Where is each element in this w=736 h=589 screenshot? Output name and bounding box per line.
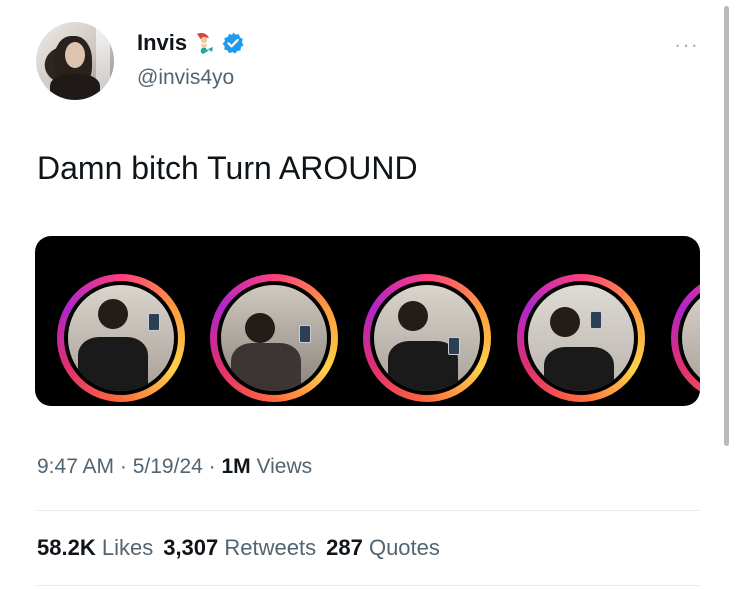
divider xyxy=(37,510,700,511)
meta-separator: · xyxy=(208,455,222,478)
avatar-face xyxy=(65,42,85,68)
story-ring xyxy=(57,274,185,402)
tweet-time[interactable]: 9:47 AM xyxy=(37,455,114,478)
tweet-text: Damn bitch Turn AROUND xyxy=(37,150,418,186)
retweets-stat[interactable]: 3,307 Retweets xyxy=(163,535,316,561)
meta-separator: · xyxy=(119,455,133,478)
likes-count: 58.2K xyxy=(37,535,96,560)
story-ring xyxy=(517,274,645,402)
story-photo xyxy=(221,285,327,391)
story-ring xyxy=(210,274,338,402)
likes-label: Likes xyxy=(101,535,154,560)
mermaid-emoji-icon xyxy=(197,33,214,54)
scrollbar[interactable] xyxy=(724,6,729,446)
quotes-label: Quotes xyxy=(368,535,440,560)
divider xyxy=(37,585,700,586)
quotes-stat[interactable]: 287 Quotes xyxy=(326,535,440,561)
story-ring xyxy=(671,274,700,402)
author-handle[interactable]: @invis4yo xyxy=(137,66,234,90)
tweet-media[interactable] xyxy=(35,236,700,406)
retweets-count: 3,307 xyxy=(163,535,219,560)
retweets-label: Retweets xyxy=(224,535,317,560)
tweet-stats: 58.2K Likes 3,307 Retweets 287 Quotes xyxy=(37,535,440,561)
story-ring xyxy=(363,274,491,402)
story-photo xyxy=(68,285,174,391)
story-photo xyxy=(374,285,480,391)
views-label: Views xyxy=(256,455,313,478)
quotes-count: 287 xyxy=(326,535,363,560)
views-count: 1M xyxy=(221,455,251,478)
more-dots-icon[interactable]: ··· xyxy=(674,32,699,58)
story-photo xyxy=(528,285,634,391)
tweet-date[interactable]: 5/19/24 xyxy=(133,455,203,478)
tweet-meta: 9:47 AM · 5/19/24 · 1M Views xyxy=(37,455,312,479)
display-name[interactable]: Invis xyxy=(137,30,187,56)
likes-stat[interactable]: 58.2K Likes xyxy=(37,535,153,561)
author-name-row: Invis xyxy=(137,30,245,56)
avatar-body xyxy=(50,74,100,100)
avatar[interactable] xyxy=(36,22,114,100)
verified-badge-icon xyxy=(222,32,244,54)
